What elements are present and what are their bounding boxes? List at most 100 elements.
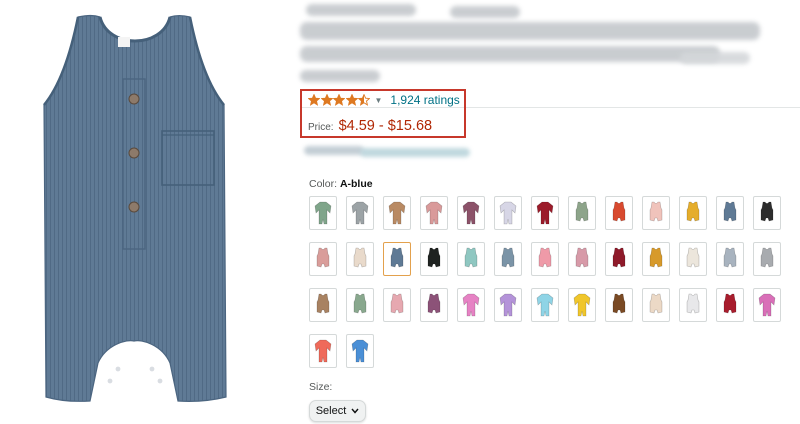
color-swatch[interactable]	[531, 288, 559, 322]
color-swatch[interactable]	[494, 196, 522, 230]
romper-thumbnail-icon	[501, 247, 515, 268]
color-swatch[interactable]	[309, 288, 337, 322]
romper-thumbnail-icon	[462, 293, 480, 317]
romper-thumbnail-icon	[353, 293, 367, 314]
price-row: Price: $4.59 - $15.68	[308, 118, 432, 134]
star-rating[interactable]	[308, 94, 371, 106]
color-label: Color:	[309, 178, 338, 190]
romper-thumbnail-icon	[575, 247, 589, 268]
romper-thumbnail-icon	[686, 201, 700, 222]
color-swatch[interactable]	[494, 242, 522, 276]
chevron-down-icon[interactable]: ▼	[375, 96, 383, 105]
color-swatch[interactable]	[642, 196, 670, 230]
color-swatch[interactable]	[457, 196, 485, 230]
romper-thumbnail-icon	[462, 201, 480, 225]
color-swatch-grid	[309, 196, 789, 376]
romper-thumbnail-icon	[612, 201, 626, 222]
romper-thumbnail-icon	[388, 201, 406, 225]
color-swatch[interactable]	[531, 242, 559, 276]
romper-thumbnail-icon	[351, 201, 369, 225]
color-swatch[interactable]	[679, 288, 707, 322]
color-swatch[interactable]	[605, 196, 633, 230]
color-swatch[interactable]	[753, 196, 781, 230]
color-swatch[interactable]	[642, 242, 670, 276]
color-swatch[interactable]	[531, 196, 559, 230]
color-swatch[interactable]	[309, 196, 337, 230]
romper-thumbnail-icon	[427, 247, 441, 268]
product-main-image[interactable]	[0, 0, 270, 424]
romper-thumbnail-icon	[536, 293, 554, 317]
color-swatch[interactable]	[568, 196, 596, 230]
color-swatch[interactable]	[383, 242, 411, 276]
romper-thumbnail-icon	[573, 293, 591, 317]
color-swatch[interactable]	[383, 196, 411, 230]
color-swatch[interactable]	[383, 288, 411, 322]
chest-pocket	[161, 130, 215, 186]
romper-thumbnail-icon	[758, 293, 776, 317]
star-icon	[358, 94, 370, 106]
romper-thumbnail-icon	[499, 293, 517, 317]
color-swatch[interactable]	[346, 334, 374, 368]
romper-thumbnail-icon	[686, 247, 700, 268]
star-icon	[308, 94, 320, 106]
redacted-product-title	[300, 0, 780, 88]
color-swatch[interactable]	[346, 196, 374, 230]
romper-thumbnail-icon	[316, 247, 330, 268]
romper-thumbnail-icon	[427, 293, 441, 314]
color-swatch[interactable]	[716, 242, 744, 276]
color-swatch[interactable]	[716, 196, 744, 230]
color-swatch[interactable]	[420, 196, 448, 230]
color-swatch[interactable]	[568, 288, 596, 322]
romper-thumbnail-icon	[649, 293, 663, 314]
price-label: Price:	[308, 122, 334, 133]
ratings-count-link[interactable]: 1,924 ratings	[390, 93, 459, 107]
color-swatch[interactable]	[457, 242, 485, 276]
color-swatch[interactable]	[346, 242, 374, 276]
color-swatch[interactable]	[605, 288, 633, 322]
color-swatch[interactable]	[716, 288, 744, 322]
size-select-dropdown[interactable]: Select	[309, 400, 366, 422]
color-swatch[interactable]	[420, 242, 448, 276]
color-swatch[interactable]	[309, 242, 337, 276]
romper-illustration	[43, 14, 227, 402]
star-icon	[320, 94, 333, 106]
button-icon	[128, 147, 140, 159]
color-swatch[interactable]	[642, 288, 670, 322]
selected-color-value: A-blue	[339, 178, 373, 190]
color-swatch[interactable]	[494, 288, 522, 322]
romper-thumbnail-icon	[612, 247, 626, 268]
romper-thumbnail-icon	[723, 247, 737, 268]
color-swatch[interactable]	[420, 288, 448, 322]
neck-label	[118, 37, 130, 47]
chevron-down-icon	[351, 408, 359, 414]
redacted-subtext	[300, 143, 480, 159]
star-icon	[345, 94, 358, 106]
color-swatch[interactable]	[679, 242, 707, 276]
size-label: Size:	[309, 381, 333, 393]
romper-thumbnail-icon	[612, 293, 626, 314]
color-swatch[interactable]	[457, 288, 485, 322]
romper-thumbnail-icon	[723, 293, 737, 314]
romper-thumbnail-icon	[575, 201, 589, 222]
color-swatch[interactable]	[753, 242, 781, 276]
romper-thumbnail-icon	[760, 247, 774, 268]
color-selection-label: Color: A-blue	[309, 178, 373, 190]
romper-thumbnail-icon	[760, 201, 774, 222]
button-icon	[128, 93, 140, 105]
romper-thumbnail-icon	[353, 247, 367, 268]
color-swatch[interactable]	[605, 242, 633, 276]
romper-thumbnail-icon	[499, 201, 517, 225]
romper-thumbnail-icon	[649, 201, 663, 222]
romper-thumbnail-icon	[723, 201, 737, 222]
color-swatch[interactable]	[679, 196, 707, 230]
romper-thumbnail-icon	[649, 247, 663, 268]
color-swatch[interactable]	[753, 288, 781, 322]
romper-thumbnail-icon	[425, 201, 443, 225]
price-value: $4.59 - $15.68	[338, 118, 433, 134]
star-icon	[333, 94, 345, 106]
romper-thumbnail-icon	[351, 339, 369, 363]
romper-thumbnail-icon	[314, 201, 332, 225]
color-swatch[interactable]	[309, 334, 337, 368]
color-swatch[interactable]	[568, 242, 596, 276]
color-swatch[interactable]	[346, 288, 374, 322]
